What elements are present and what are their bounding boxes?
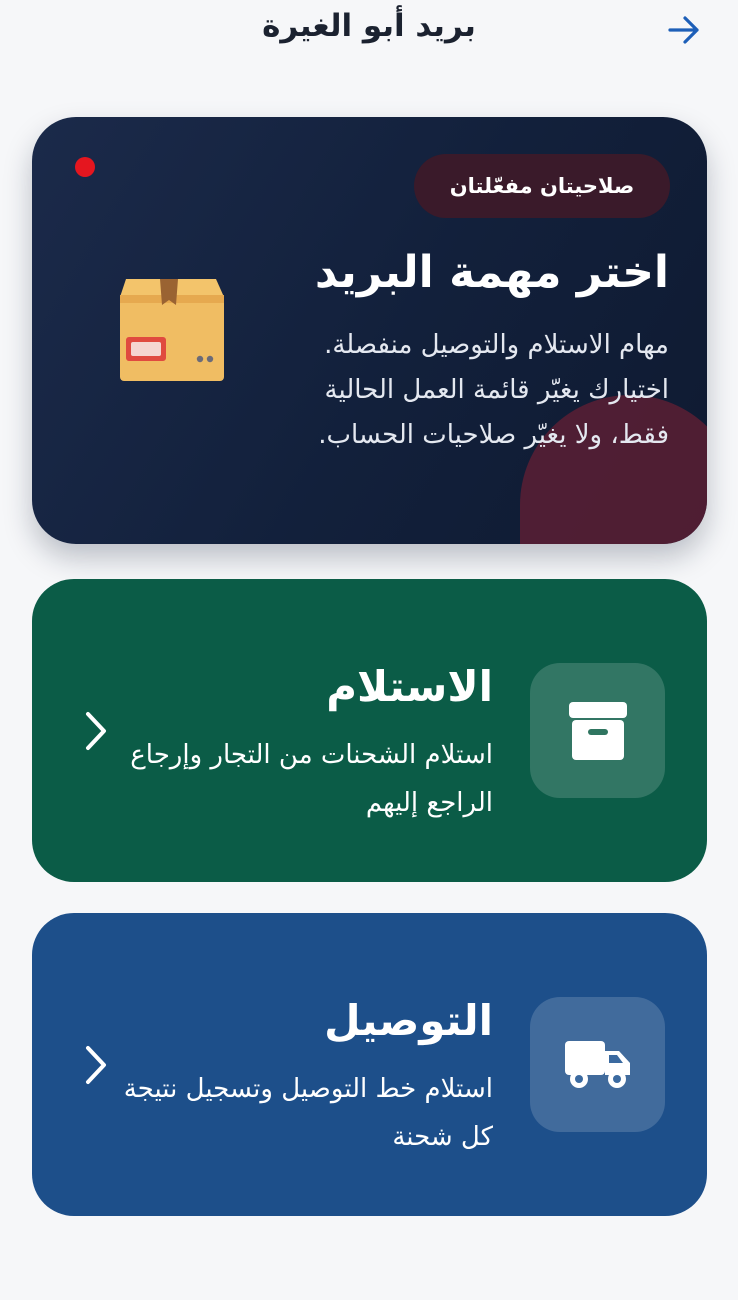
task-description: استلام خط التوصيل وتسجيل نتيجة كل شحنة [123,1074,493,1152]
package-box-icon [120,279,224,381]
page: بريد أبو الغيرة صلاحيتان مفعّلتان اختر م… [0,0,738,1300]
task-card-deliver[interactable]: التوصيل استلام خط التوصيل وتسجيل نتيجة ك… [32,913,707,1216]
page-title: بريد أبو الغيرة [262,8,476,44]
task-icon-tile [530,663,665,798]
chevron-right-icon [86,712,106,750]
task-title: التوصيل [324,996,493,1045]
truck-icon [564,1040,630,1088]
app-header: بريد أبو الغيرة [0,0,738,70]
arrow-right-icon [668,16,699,44]
task-title: الاستلام [326,662,493,711]
chevron-right-icon [86,1046,106,1084]
archive-box-icon [568,701,627,760]
task-icon-tile [530,997,665,1132]
hero-title: اختر مهمة البريد [314,247,669,298]
task-card-receive[interactable]: الاستلام استلام الشحنات من التجار وإرجاع… [32,579,707,882]
status-dot [75,157,95,177]
mail-task-intro-card: صلاحيتان مفعّلتان اختر مهمة البريد مهام … [32,117,707,544]
hero-description: مهام الاستلام والتوصيل منفصلة. اختيارك ي… [318,330,669,450]
task-description: استلام الشحنات من التجار وإرجاع الراجع إ… [130,740,493,818]
permissions-badge: صلاحيتان مفعّلتان [414,154,670,218]
back-button[interactable] [662,10,706,50]
